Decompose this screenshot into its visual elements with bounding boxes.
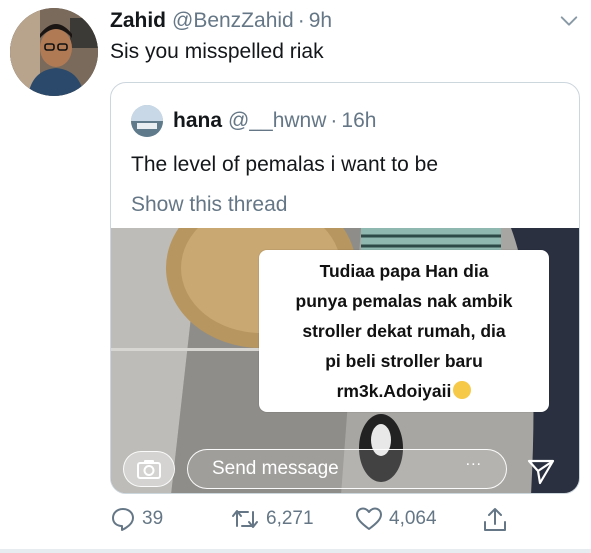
divider	[0, 549, 591, 553]
caption-line: stroller dekat rumah, dia	[302, 321, 506, 341]
camera-button[interactable]	[123, 451, 175, 487]
video-media[interactable]: Tudiaa papa Han dia punya pemalas nak am…	[111, 228, 579, 493]
like-count: 4,064	[389, 508, 437, 529]
quoted-author-avatar	[131, 105, 163, 137]
author-name[interactable]: Zahid	[110, 9, 166, 33]
caption-line-last: rm3k.Adoiyaii	[267, 376, 541, 406]
tweet-time[interactable]: 9h	[309, 9, 332, 33]
retweet-count: 6,271	[266, 508, 314, 529]
share-icon	[484, 508, 506, 531]
caption-line: punya pemalas nak ambik	[295, 291, 513, 311]
separator-dot: ·	[330, 109, 338, 132]
author-handle[interactable]: @BenzZahid	[172, 9, 294, 33]
camera-icon	[137, 460, 161, 479]
chevron-down-icon[interactable]	[558, 10, 580, 32]
like-button[interactable]: 4,064	[355, 506, 437, 532]
quoted-author-handle: @__hwnw	[228, 109, 327, 132]
caption-line: rm3k.Adoiyaii	[336, 381, 452, 401]
caption-line: Tudiaa papa Han dia	[319, 261, 489, 281]
reply-button[interactable]: 39	[110, 506, 163, 532]
more-options-icon[interactable]: ...	[466, 452, 482, 470]
quoted-tweet-header: hana @__hwnw · 16h	[131, 105, 376, 137]
send-icon[interactable]	[526, 456, 556, 486]
send-message-input[interactable]: Send message ...	[187, 449, 507, 489]
retweet-icon	[232, 510, 258, 528]
author-avatar[interactable]	[10, 8, 98, 96]
reply-icon	[112, 508, 134, 531]
tweet-actions: 39 6,271 4,064	[110, 506, 580, 538]
quoted-tweet-card[interactable]: hana @__hwnw · 16h The level of pemalas …	[110, 82, 580, 494]
quoted-author-name: hana	[173, 109, 223, 132]
quoted-time: 16h	[341, 109, 377, 132]
show-thread-link[interactable]: Show this thread	[131, 193, 287, 217]
share-button[interactable]	[482, 506, 514, 534]
caption-line: pi beli stroller baru	[325, 351, 483, 371]
laughing-emoji-icon	[453, 381, 472, 399]
tweet-text: Sis you misspelled riak	[110, 40, 324, 63]
tweet-header: Zahid @BenzZahid · 9h	[110, 6, 580, 36]
separator-dot: ·	[297, 9, 305, 32]
heart-icon	[356, 507, 382, 530]
reply-count: 39	[142, 508, 164, 529]
video-caption: Tudiaa papa Han dia punya pemalas nak am…	[259, 250, 549, 412]
quoted-text: The level of pemalas i want to be	[131, 153, 439, 176]
retweet-button[interactable]: 6,271	[230, 506, 314, 532]
send-message-placeholder: Send message	[212, 458, 339, 479]
